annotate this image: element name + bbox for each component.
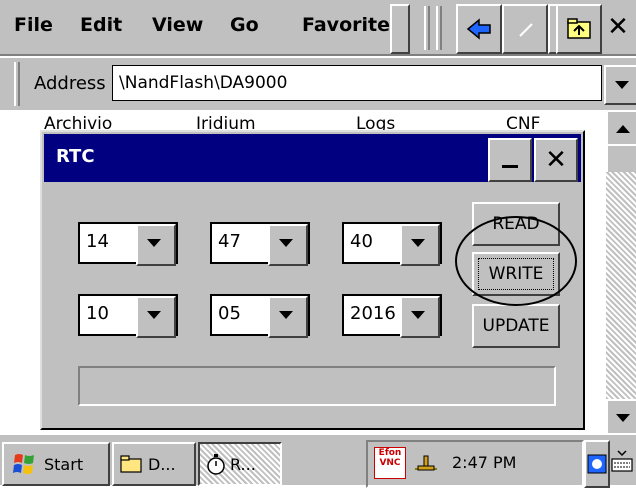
- menu-favorites[interactable]: Favorites: [302, 14, 401, 36]
- toolbar-grip[interactable]: [424, 6, 430, 50]
- second-dropdown-button[interactable]: [400, 224, 440, 266]
- stop-icon: [519, 23, 533, 37]
- chevron-up-icon: [616, 125, 630, 133]
- chevron-down-icon: [616, 414, 630, 422]
- taskbar-item-rtc[interactable]: R...: [198, 442, 282, 486]
- chevron-down-icon: [279, 239, 293, 247]
- menu-separator: [390, 4, 410, 54]
- minimize-button[interactable]: [488, 138, 532, 182]
- year-value: 2016: [350, 303, 396, 324]
- start-label: Start: [44, 454, 84, 474]
- minute-select[interactable]: 47: [210, 222, 310, 266]
- vertical-scrollbar[interactable]: [606, 110, 636, 437]
- hour-value: 14: [86, 231, 109, 252]
- day-select[interactable]: 10: [78, 294, 178, 338]
- close-icon: ✕: [545, 145, 567, 175]
- hour-dropdown-button[interactable]: [136, 224, 176, 266]
- chevron-down-icon: [411, 239, 425, 247]
- status-field: [78, 366, 556, 406]
- chevron-down-icon: [147, 311, 161, 319]
- address-bar: Address \NandFlash\DA9000: [0, 58, 636, 110]
- folder-icon: [120, 455, 142, 473]
- dialog-title: RTC: [56, 146, 95, 167]
- address-grip[interactable]: [14, 62, 20, 106]
- month-dropdown-button[interactable]: [268, 296, 308, 338]
- second-select[interactable]: 40: [342, 222, 442, 266]
- update-button[interactable]: UPDATE: [472, 304, 560, 348]
- day-dropdown-button[interactable]: [136, 296, 176, 338]
- taskbar-item-explorer[interactable]: D...: [112, 442, 196, 486]
- vnc-tray-icon[interactable]: Efon VNC: [374, 447, 406, 479]
- folder-up-button[interactable]: [556, 4, 602, 54]
- address-input[interactable]: \NandFlash\DA9000: [112, 65, 602, 101]
- start-button[interactable]: Start: [2, 442, 110, 486]
- input-panel-button[interactable]: [608, 440, 636, 484]
- minimize-icon: [502, 165, 518, 168]
- keyboard-icon: [611, 450, 633, 472]
- second-value: 40: [350, 231, 373, 252]
- close-icon: ✕: [607, 12, 629, 42]
- chevron-down-icon: [411, 311, 425, 319]
- close-button[interactable]: ✕: [600, 4, 636, 50]
- desktop-icon: [587, 454, 607, 474]
- desktop-button[interactable]: [584, 440, 610, 488]
- menu-view[interactable]: View: [152, 14, 203, 36]
- minute-value: 47: [218, 231, 241, 252]
- scroll-up-button[interactable]: [606, 110, 636, 148]
- day-value: 10: [86, 303, 109, 324]
- year-select[interactable]: 2016: [342, 294, 442, 338]
- back-icon: [466, 18, 491, 40]
- folder-up-icon: [567, 18, 591, 39]
- scroll-track[interactable]: [606, 172, 636, 399]
- minute-dropdown-button[interactable]: [268, 224, 308, 266]
- windows-logo-icon: [13, 454, 34, 474]
- task-label: D...: [148, 454, 176, 474]
- network-icon[interactable]: [412, 448, 440, 474]
- year-dropdown-button[interactable]: [400, 296, 440, 338]
- dialog-close-button[interactable]: ✕: [534, 138, 578, 182]
- menu-bar: File Edit View Go Favorites ✕: [0, 0, 636, 56]
- menu-go[interactable]: Go: [230, 14, 259, 36]
- hour-select[interactable]: 14: [78, 222, 178, 266]
- stopwatch-icon: [207, 454, 225, 475]
- toolbar-grip[interactable]: [436, 6, 442, 50]
- task-label: R...: [230, 454, 256, 474]
- chevron-down-icon: [147, 239, 161, 247]
- stop-button[interactable]: [502, 4, 548, 54]
- chevron-down-icon: [279, 311, 293, 319]
- clock[interactable]: 2:47 PM: [452, 453, 516, 472]
- chevron-down-icon: [615, 81, 629, 89]
- address-label: Address: [34, 73, 106, 94]
- menu-edit[interactable]: Edit: [80, 14, 122, 36]
- back-button[interactable]: [456, 4, 502, 54]
- month-value: 05: [218, 303, 241, 324]
- address-dropdown[interactable]: [604, 65, 636, 105]
- month-select[interactable]: 05: [210, 294, 310, 338]
- scroll-down-button[interactable]: [606, 399, 636, 437]
- system-tray: Efon VNC 2:47 PM: [366, 440, 584, 488]
- highlight-circle: [455, 216, 577, 306]
- taskbar: Start D... R... Efon VNC 2:47 PM: [0, 433, 636, 488]
- menu-file[interactable]: File: [14, 14, 53, 36]
- dialog-titlebar[interactable]: RTC ✕: [44, 134, 581, 182]
